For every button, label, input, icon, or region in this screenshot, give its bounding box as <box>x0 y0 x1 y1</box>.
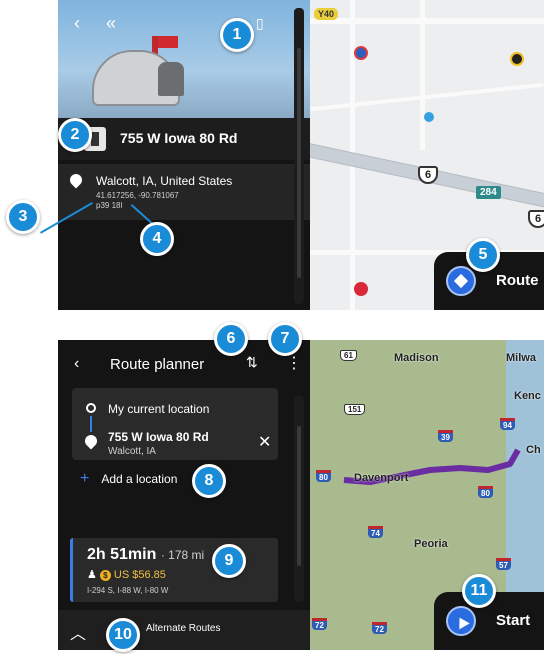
destination-label[interactable]: 755 W Iowa 80 Rd <box>108 430 209 444</box>
page-title: Route planner <box>110 356 205 373</box>
waypoints-card: My current location 755 W Iowa 80 Rd Wal… <box>72 388 278 460</box>
poi-marker[interactable] <box>354 282 368 296</box>
callout-badge-8: 8 <box>192 464 226 498</box>
bookmark-icon[interactable]: ▯ <box>256 14 264 32</box>
destination-pin-icon <box>82 432 100 450</box>
navigation-arrow-icon <box>446 606 476 636</box>
address-text: Walcott, IA, United States <box>96 174 233 188</box>
route-shield: 284 <box>476 186 501 199</box>
more-options-icon[interactable]: ⋮ <box>286 353 302 373</box>
interstate-shield: 80 <box>316 470 331 482</box>
place-details-panel: ‹ « ▯ 755 W Iowa 80 Rd Walcott, IA, Unit… <box>58 0 310 310</box>
alternate-routes-bar[interactable]: ︿ Alternate Routes <box>58 610 310 650</box>
back-icon[interactable]: ‹ <box>74 14 80 32</box>
route-time-line: 2h 51min · 178 mi <box>87 546 204 564</box>
interstate-shield: 72 <box>312 618 327 630</box>
interstate-shield: 57 <box>496 558 511 570</box>
toll-info: ♟ $ US $56.85 <box>87 568 166 581</box>
location-code-text[interactable]: p39 18l <box>96 201 122 210</box>
route-shield: 151 <box>344 404 366 415</box>
route-button-label: Route <box>496 272 539 289</box>
start-button-label: Start <box>496 612 531 629</box>
route-shield: 61 <box>340 350 357 361</box>
map-road <box>420 0 425 150</box>
poi-marker[interactable] <box>354 46 368 60</box>
callout-badge-3: 3 <box>6 200 40 234</box>
map-road <box>310 18 544 24</box>
callout-badge-11: 11 <box>462 574 496 608</box>
chevron-up-icon: ︿ <box>70 626 87 643</box>
city-label: Ch <box>526 444 541 456</box>
callout-badge-6: 6 <box>214 322 248 356</box>
destination-sublabel: Walcott, IA <box>108 446 156 457</box>
details-scrollbar[interactable] <box>294 8 304 304</box>
planner-scrollbar[interactable] <box>294 396 304 602</box>
interstate-shield: 94 <box>500 418 515 430</box>
route-options-icon[interactable]: ⇅ <box>246 354 258 371</box>
callout-badge-9: 9 <box>212 544 246 578</box>
callout-badge-10: 10 <box>106 618 140 652</box>
place-photo: ‹ « ▯ <box>58 0 310 118</box>
city-label: Peoria <box>414 538 448 550</box>
route-distance: · 178 mi <box>160 548 205 562</box>
waypoint-connector <box>90 416 92 432</box>
mailbox-door <box>158 62 184 96</box>
interstate-shield: 74 <box>368 526 383 538</box>
toll-cost: US $56.85 <box>113 569 166 581</box>
current-location-icon <box>86 403 96 413</box>
toll-booth-icon: ♟ <box>87 569 97 581</box>
origin-label[interactable]: My current location <box>108 402 209 416</box>
map-view-bottom[interactable]: Madison Milwa Kenc Ch Davenport Peoria 6… <box>310 340 544 650</box>
route-planner-panel: ‹ Route planner ⇅ ⋮ My current location … <box>58 340 310 650</box>
collapse-icon[interactable]: « <box>106 14 116 32</box>
callout-badge-4: 4 <box>140 222 174 256</box>
callout-badge-7: 7 <box>268 322 302 356</box>
city-label: Kenc <box>514 390 541 402</box>
remove-destination-icon[interactable]: ✕ <box>258 432 271 452</box>
route-shield: 6 <box>528 210 544 228</box>
add-location-label: Add a location <box>101 472 178 486</box>
city-label: Milwa <box>506 352 536 364</box>
add-location-button[interactable]: + Add a location <box>80 470 177 488</box>
map-road <box>310 82 544 112</box>
poi-marker[interactable] <box>424 112 434 122</box>
location-pin-icon <box>67 171 85 189</box>
alternate-routes-label: Alternate Routes <box>146 623 221 634</box>
city-label: Davenport <box>354 472 409 484</box>
scrollbar-thumb[interactable] <box>297 426 301 566</box>
directions-icon <box>446 266 476 296</box>
route-result-card[interactable]: 2h 51min · 178 mi ♟ $ US $56.85 I-294 S, I… <box>70 538 278 602</box>
city-label: Madison <box>394 352 439 364</box>
route-roads: I-294 S, I-88 W, I-80 W <box>87 586 169 595</box>
place-title-bar: 755 W Iowa 80 Rd <box>58 118 310 160</box>
coordinates-text[interactable]: 41.617256, -90.781067 <box>96 191 179 200</box>
back-icon[interactable]: ‹ <box>74 355 79 373</box>
callout-badge-5: 5 <box>466 238 500 272</box>
route-duration: 2h 51min <box>87 546 157 563</box>
address-block: Walcott, IA, United States 41.617256, -9… <box>58 164 310 220</box>
callout-badge-2: 2 <box>58 118 92 152</box>
poi-marker[interactable] <box>510 52 524 66</box>
callout-badge-1: 1 <box>220 18 254 52</box>
plus-icon: + <box>80 470 90 487</box>
scrollbar-thumb[interactable] <box>297 48 301 278</box>
route-shield: Y40 <box>314 8 339 20</box>
place-title: 755 W Iowa 80 Rd <box>120 130 238 146</box>
interstate-shield: 72 <box>372 622 387 634</box>
coin-icon: $ <box>99 570 111 581</box>
interstate-shield: 80 <box>478 486 493 498</box>
interstate-shield: 39 <box>438 430 453 442</box>
map-view-top[interactable]: Y40 6 284 6 Route <box>310 0 544 310</box>
